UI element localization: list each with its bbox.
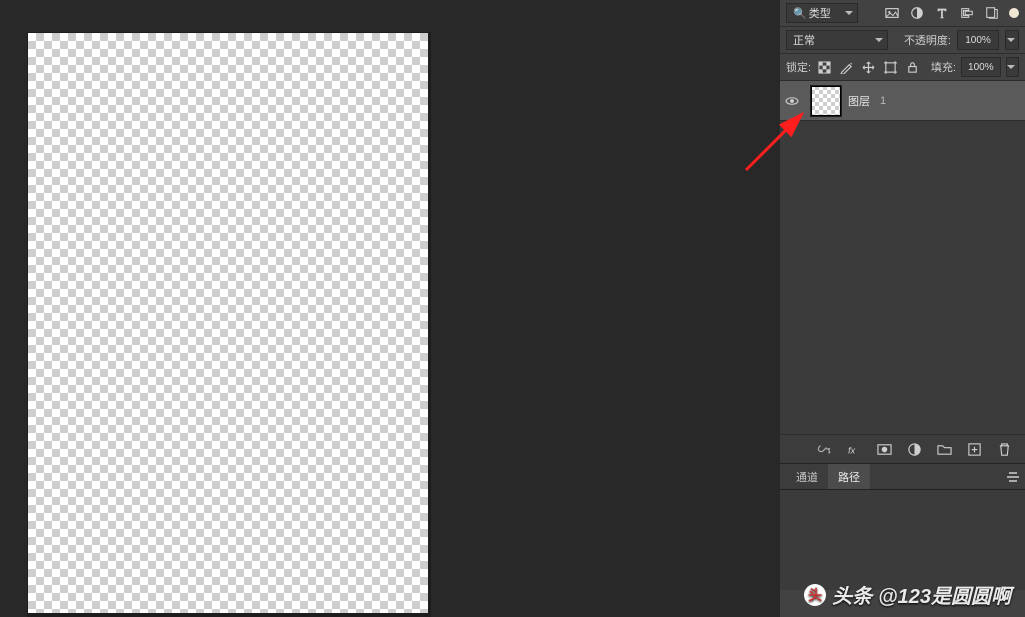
secondary-panel-tabs: 通道 路径 [780,464,1025,490]
search-icon: 🔍 [793,7,807,20]
lock-all-icon[interactable] [904,58,921,76]
new-layer-icon[interactable] [965,440,983,458]
new-group-icon[interactable] [935,440,953,458]
layer-filter-label: 类型 [809,5,831,21]
filter-smartobject-icon[interactable] [983,4,1001,22]
opacity-label: 不透明度: [904,32,951,48]
canvas-transparent[interactable] [28,33,428,613]
layer-panel-footer: fx [780,434,1025,464]
svg-text:fx: fx [847,445,855,455]
link-layers-icon[interactable] [815,440,833,458]
fill-chevron[interactable] [1006,57,1019,77]
lock-artboard-icon[interactable] [882,58,899,76]
delete-layer-icon[interactable] [995,440,1013,458]
layer-filter-row: 🔍 类型 [780,0,1025,27]
workspace [0,0,780,617]
filter-icon-strip [883,4,1001,22]
filter-shape-icon[interactable] [958,4,976,22]
layer-index: 1 [880,95,886,107]
lock-pixels-icon[interactable] [838,58,855,76]
visibility-eye-icon[interactable] [785,94,799,108]
layer-fx-icon[interactable]: fx [845,440,863,458]
tab-channels[interactable]: 通道 [786,464,828,489]
layer-name[interactable]: 图层 [848,93,870,109]
panel-menu-icon[interactable] [1005,470,1021,484]
lock-position-icon[interactable] [860,58,877,76]
add-mask-icon[interactable] [875,440,893,458]
layer-row[interactable]: 图层 1 [780,81,1025,121]
paths-panel-body[interactable] [780,490,1025,590]
layer-list: 图层 1 [780,81,1025,434]
filter-pixel-icon[interactable] [883,4,901,22]
lock-label: 锁定: [786,59,811,75]
layer-thumbnail[interactable] [810,85,842,117]
filter-type-icon[interactable] [933,4,951,22]
filter-adjustment-icon[interactable] [908,4,926,22]
tab-paths[interactable]: 路径 [828,464,870,489]
add-adjustment-icon[interactable] [905,440,923,458]
blend-opacity-row: 正常 不透明度: 100% [780,27,1025,54]
blend-mode-value: 正常 [793,32,815,48]
blend-mode-dropdown[interactable]: 正常 [786,30,888,50]
layers-panel: 🔍 类型 正常 不透明度: 100% [780,0,1025,617]
visibility-column [780,94,804,108]
lock-fill-row: 锁定: 填充: 100% [780,54,1025,81]
lock-transparency-icon[interactable] [816,58,833,76]
opacity-value[interactable]: 100% [957,30,999,50]
filter-toggle-switch[interactable] [1009,8,1019,18]
opacity-chevron[interactable] [1005,30,1019,50]
fill-label: 填充: [931,59,956,75]
layer-filter-dropdown[interactable]: 🔍 类型 [786,3,858,23]
fill-value[interactable]: 100% [961,57,1001,77]
